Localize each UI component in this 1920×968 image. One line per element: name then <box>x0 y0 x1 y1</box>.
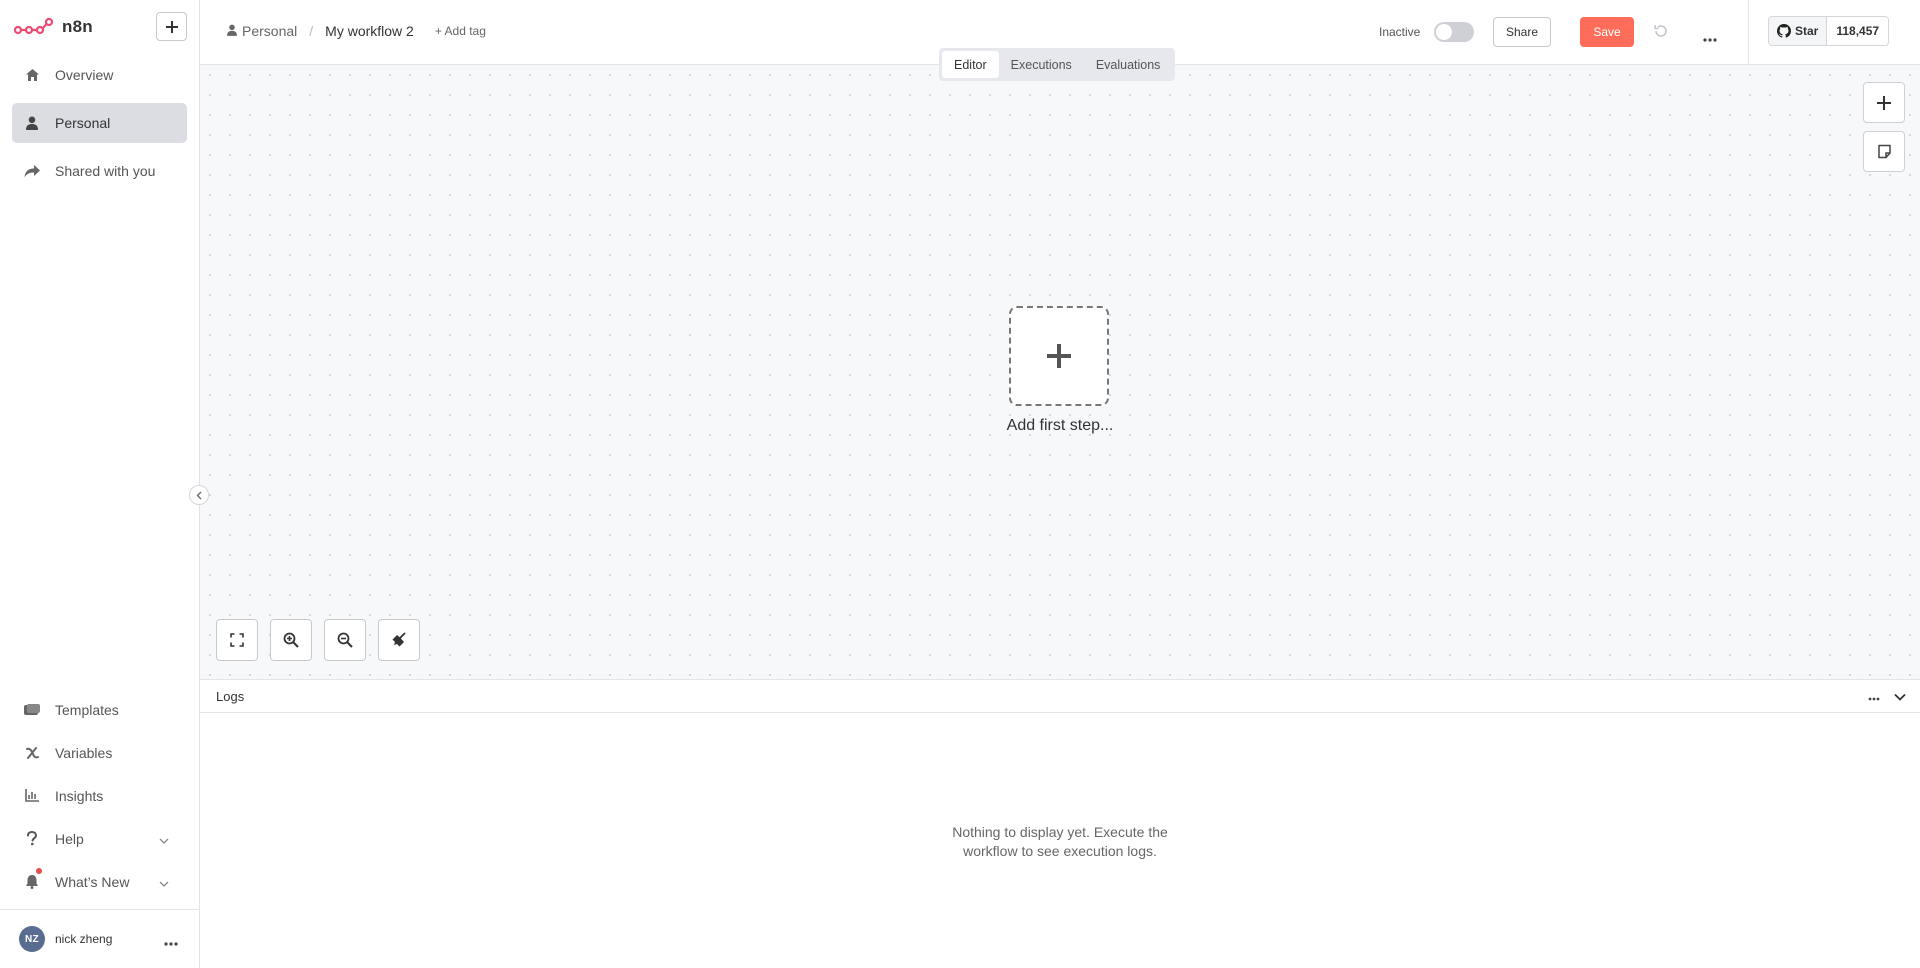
tidy-up-button[interactable] <box>378 619 420 661</box>
main-nav: Overview Personal Shared with you <box>12 55 187 199</box>
add-sticky-note-button[interactable] <box>1863 131 1905 172</box>
logs-title: Logs <box>216 688 245 704</box>
plus-icon <box>1047 344 1071 368</box>
github-star-widget[interactable]: Star 118,457 <box>1768 16 1890 46</box>
sidebar-item-label: Insights <box>55 787 104 804</box>
notification-dot <box>36 868 42 874</box>
github-star-label: Star <box>1795 24 1819 38</box>
sidebar-item-label: Personal <box>55 115 111 131</box>
zoom-in-button[interactable] <box>270 619 312 661</box>
breadcrumb: Personal / My workflow 2 + Add tag <box>227 23 486 39</box>
logs-panel: Logs Nothing to display yet. Execute the… <box>200 679 1920 968</box>
chevron-down-icon <box>159 831 169 847</box>
user-menu[interactable]: NZ nick zheng <box>0 909 199 968</box>
fit-view-icon <box>230 633 244 647</box>
chevron-left-icon <box>196 491 202 499</box>
collapse-sidebar-button[interactable] <box>189 485 209 505</box>
user-name: nick zheng <box>55 932 113 946</box>
sidebar-item-label: Shared with you <box>55 163 156 179</box>
github-star-count[interactable]: 118,457 <box>1827 17 1889 45</box>
active-toggle[interactable] <box>1434 22 1474 42</box>
create-button[interactable] <box>156 12 187 41</box>
sidebar-item-whats-new[interactable]: What’s New <box>12 864 187 899</box>
logs-empty-state: Nothing to display yet. Execute the work… <box>935 823 1185 861</box>
add-first-step-label: Add first step... <box>1006 417 1114 434</box>
sidebar-item-label: Overview <box>55 67 114 83</box>
zoom-in-icon <box>283 632 299 648</box>
sidebar-item-label: Templates <box>55 701 119 718</box>
sidebar-item-variables[interactable]: Variables <box>12 735 187 770</box>
secondary-nav: Templates Variables Insights Help What’s… <box>12 692 187 907</box>
sidebar-item-overview[interactable]: Overview <box>12 55 187 95</box>
avatar: NZ <box>19 926 45 952</box>
chevron-down-icon <box>159 874 169 890</box>
workflow-canvas[interactable]: Editor Executions Evaluations Add first … <box>200 48 1920 679</box>
save-button[interactable]: Save <box>1580 17 1634 47</box>
view-tabs: Editor Executions Evaluations <box>939 48 1176 81</box>
sticky-note-icon <box>1877 144 1891 159</box>
home-icon <box>24 67 40 83</box>
workflow-name[interactable]: My workflow 2 <box>325 23 414 39</box>
more-horizontal-icon[interactable] <box>1868 689 1880 704</box>
sidebar-item-shared[interactable]: Shared with you <box>12 151 187 191</box>
logs-empty-line: workflow to see execution logs. <box>963 843 1157 859</box>
n8n-logo-icon <box>14 17 54 37</box>
open-nodes-panel-button[interactable] <box>1863 82 1905 123</box>
sidebar: n8n Overview Personal Shared with you Te… <box>0 0 200 968</box>
github-star-button[interactable]: Star <box>1769 17 1828 45</box>
logs-empty-line: Nothing to display yet. Execute the <box>952 824 1168 840</box>
add-first-step-button[interactable] <box>1009 306 1109 406</box>
sidebar-item-templates[interactable]: Templates <box>12 692 187 727</box>
history-icon[interactable] <box>1653 23 1669 44</box>
github-icon <box>1777 24 1791 38</box>
sidebar-item-insights[interactable]: Insights <box>12 778 187 813</box>
zoom-to-fit-button[interactable] <box>216 619 258 661</box>
breadcrumb-separator: / <box>309 23 314 39</box>
bell-icon <box>24 874 40 890</box>
active-status-label: Inactive <box>1379 25 1421 39</box>
chevron-down-icon[interactable] <box>1894 689 1906 704</box>
more-horizontal-icon[interactable] <box>164 933 178 951</box>
tab-evaluations[interactable]: Evaluations <box>1084 51 1173 78</box>
header-divider <box>1748 0 1749 65</box>
logs-toolbar <box>1868 689 1906 704</box>
plus-icon <box>1877 95 1891 110</box>
share-button[interactable]: Share <box>1493 17 1551 47</box>
zoom-out-button[interactable] <box>324 619 366 661</box>
breadcrumb-project[interactable]: Personal <box>242 23 297 39</box>
brand[interactable]: n8n <box>14 13 93 41</box>
sidebar-item-label: Help <box>55 830 84 847</box>
tab-executions[interactable]: Executions <box>999 51 1084 78</box>
user-icon <box>24 115 40 131</box>
sidebar-item-label: Variables <box>55 744 113 761</box>
templates-icon <box>24 702 40 718</box>
brand-name: n8n <box>62 17 93 36</box>
sidebar-item-label: What’s New <box>55 873 130 890</box>
tab-editor[interactable]: Editor <box>942 51 999 78</box>
logs-header[interactable]: Logs <box>200 680 1920 713</box>
variables-icon <box>24 745 40 761</box>
add-tag-button[interactable]: + Add tag <box>435 24 486 38</box>
user-icon <box>227 23 237 39</box>
share-icon <box>24 163 40 179</box>
plus-icon <box>165 20 178 33</box>
sidebar-item-personal[interactable]: Personal <box>12 103 187 143</box>
help-icon <box>24 831 40 847</box>
more-horizontal-icon[interactable] <box>1703 29 1717 47</box>
broom-icon <box>392 632 406 647</box>
zoom-out-icon <box>337 632 353 648</box>
sidebar-item-help[interactable]: Help <box>12 821 187 856</box>
insights-icon <box>24 788 40 804</box>
